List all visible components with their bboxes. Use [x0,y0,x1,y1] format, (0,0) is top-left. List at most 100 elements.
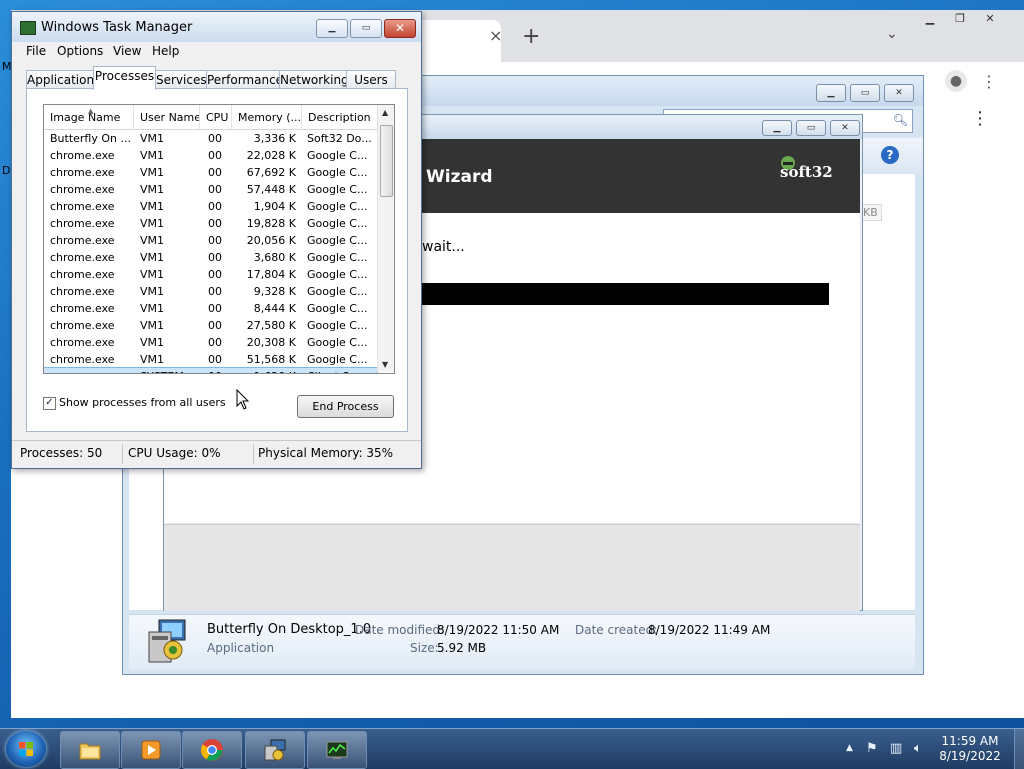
process-row[interactable]: chrome.exe VM1 00 27,580 K Google C... [44,317,377,334]
tab-search-icon[interactable]: ⌄ [886,26,898,42]
new-tab-icon[interactable]: + [522,24,540,49]
process-image-name: chrome.exe [50,183,115,196]
wizard-close-button[interactable]: ✕ [830,120,860,136]
process-row[interactable]: Butterfly On ... VM1 00 3,336 K Soft32 Do... [44,130,377,147]
process-row[interactable]: chrome.exe VM1 00 3,680 K Google C... [44,249,377,266]
process-row[interactable]: chrome.exe VM1 00 19,828 K Google C... [44,215,377,232]
chrome-minimize-icon[interactable]: ▁ [915,10,945,28]
process-description: Google C... [307,149,368,162]
profile-avatar-icon[interactable]: ● [945,70,967,92]
process-memory: 3,336 K [253,132,296,145]
process-row[interactable]: chrome.exe VM1 00 8,444 K Google C... [44,300,377,317]
clock[interactable]: 11:59 AM 8/19/2022 [930,734,1010,764]
wizard-minimize-button[interactable]: ▁ [762,120,792,136]
process-cpu: 00 [208,132,222,145]
process-list-scrollbar[interactable]: ▲ ▼ [377,105,394,372]
menu-view[interactable]: View [113,44,141,58]
minimize-button[interactable]: ▁ [316,19,348,38]
wizard-maximize-button[interactable]: ▭ [796,120,826,136]
status-cpu: CPU Usage: 0% [128,446,221,460]
show-all-users-checkbox[interactable]: ✓ [43,397,56,410]
column-memory[interactable]: Memory (... [232,105,302,129]
process-description: Google C... [307,319,368,332]
process-list[interactable]: ▲ Image Name User Name CPU Memory (... D… [43,104,395,374]
installer-app-icon [148,619,186,663]
close-button[interactable]: ✕ [384,19,416,38]
explorer-minimize-button[interactable]: ▁ [816,84,846,102]
status-divider [253,444,254,464]
help-icon[interactable]: ? [881,146,899,164]
chrome-menu-icon[interactable]: ⋮ [981,72,997,91]
scroll-down-icon[interactable]: ▼ [382,360,388,369]
folder-icon [79,743,101,760]
task-manager-titlebar[interactable]: Windows Task Manager ▁ ▭ ✕ [12,12,421,42]
process-cpu: 00 [208,319,222,332]
process-row[interactable]: chrome.exe VM1 00 1,904 K Google C... [44,198,377,215]
tab-processes[interactable]: Processes [93,66,156,90]
taskbar-task-manager-button[interactable] [307,731,367,769]
tab-performance[interactable]: Performance [206,70,283,89]
process-cpu: 00 [208,302,222,315]
show-hidden-icons-icon[interactable]: ▲ [846,743,853,753]
tab-services[interactable]: Services [155,70,207,89]
file-type: Application [207,641,275,655]
maximize-button[interactable]: ▭ [350,19,382,38]
process-image-name: chrome.exe [50,302,115,315]
tab-close-icon[interactable]: × [489,26,502,45]
action-center-flag-icon[interactable]: ⚑ [866,741,878,756]
end-process-button[interactable]: End Process [297,395,394,418]
tab-networking[interactable]: Networking [279,70,349,89]
network-icon[interactable]: ▥ [890,741,902,756]
process-user-name: SYSTEM [140,368,198,373]
column-description[interactable]: Description [302,105,377,129]
scroll-up-icon[interactable]: ▲ [382,108,388,117]
soft32-logo-text: soft32 [780,163,833,181]
process-user-name: VM1 [140,319,165,332]
process-image-name: chrome.exe [50,268,115,281]
page-menu-icon[interactable]: ⋮ [971,108,989,129]
chrome-restore-icon[interactable]: ❐ [945,10,975,28]
explorer-close-button[interactable]: ✕ [884,84,914,102]
process-cpu: 00 [208,217,222,230]
process-row[interactable]: chrome.exe VM1 00 20,056 K Google C... [44,232,377,249]
taskbar-installer-button[interactable] [245,731,305,769]
show-all-users-label[interactable]: Show processes from all users [59,396,226,409]
scrollbar-thumb[interactable] [380,125,393,197]
start-button[interactable] [6,731,46,767]
process-memory: 17,804 K [246,268,296,281]
process-cpu: 00 [208,149,222,162]
menu-file[interactable]: File [26,44,46,58]
menu-help[interactable]: Help [152,44,179,58]
process-description: Soft32 Do... [307,132,372,145]
tab-applications[interactable]: Applications [26,70,100,89]
menu-options[interactable]: Options [57,44,103,58]
tab-users[interactable]: Users [346,70,396,89]
process-row[interactable]: chrome.exe VM1 00 20,308 K Google C... [44,334,377,351]
taskbar-explorer-button[interactable] [60,731,120,769]
chrome-close-icon[interactable]: ✕ [975,10,1005,28]
search-icon[interactable]: 🔍︎ [893,113,908,127]
process-row[interactable]: chrome.exe VM1 00 22,028 K Google C... [44,147,377,164]
explorer-maximize-button[interactable]: ▭ [850,84,880,102]
process-row[interactable]: chrome.exe VM1 00 57,448 K Google C... [44,181,377,198]
process-user-name: VM1 [140,217,165,230]
process-image-name: Butterfly On ... [50,132,131,145]
column-user-name[interactable]: User Name [134,105,200,129]
taskbar-media-player-button[interactable] [121,731,181,769]
process-image-name: chrome.exe [50,336,115,349]
show-desktop-button[interactable] [1014,729,1024,769]
process-cpu: 00 [208,268,222,281]
file-name: Butterfly On Desktop_1.0 [207,622,372,637]
column-cpu[interactable]: CPU [200,105,232,129]
process-row[interactable]: chrome.exe VM1 00 9,328 K Google C... [44,283,377,300]
column-image-name[interactable]: ▲ Image Name [44,105,134,129]
volume-icon[interactable]: 🔈︎ [914,741,922,756]
process-memory: 1,620 K [234,368,296,373]
process-row[interactable]: csrss.exe SYSTEM 00 1,620 K Client Ser... [44,367,378,373]
process-cpu: 00 [208,336,222,349]
taskbar-chrome-button[interactable] [182,731,242,769]
process-row[interactable]: chrome.exe VM1 00 17,804 K Google C... [44,266,377,283]
process-row[interactable]: chrome.exe VM1 00 51,568 K Google C... [44,351,377,368]
process-memory: 51,568 K [246,353,296,366]
process-row[interactable]: chrome.exe VM1 00 67,692 K Google C... [44,164,377,181]
